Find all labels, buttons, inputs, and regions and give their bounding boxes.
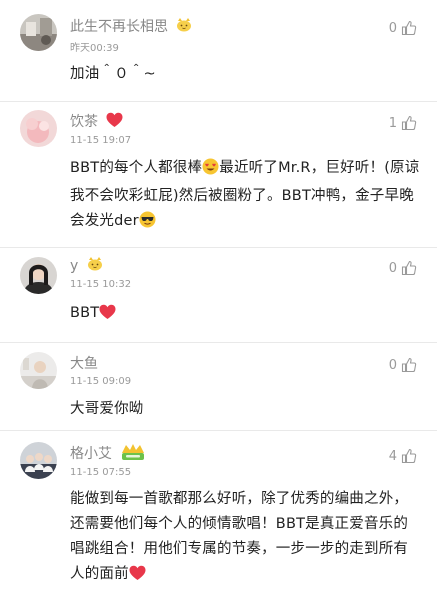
avatar[interactable]: [20, 257, 57, 294]
like-count: 0: [388, 260, 397, 276]
cat-face-badge-icon: [87, 257, 103, 275]
red-heart-icon: [99, 304, 116, 329]
like-count: 0: [388, 357, 397, 373]
like-button[interactable]: 1: [389, 115, 417, 131]
timestamp: 11-15 19:07: [70, 135, 132, 146]
red-heart-icon: [129, 565, 146, 590]
comment-item: y 11-15 10:32 0 BBT: [0, 248, 437, 343]
comment-item: 饮茶 11-15 19:07 1 BBT的每个人都很棒 最近听了Mr.R，巨好听！…: [0, 102, 437, 247]
like-button[interactable]: 0: [389, 20, 417, 36]
avatar[interactable]: [20, 442, 57, 479]
comment-text: 大哥爱你呦: [70, 401, 144, 417]
comment-text: BBT的每个人都很棒 最近听了Mr.R，巨好听！(原谅我不会吹彩虹屁)然后被圈粉了…: [70, 156, 422, 237]
comment-item: 此生不再长相思 昨天00:39 0 加油＾０＾~: [0, 0, 437, 100]
username[interactable]: y: [70, 257, 103, 275]
timestamp: 11-15 09:09: [70, 376, 132, 387]
thumbs-up-icon: [401, 20, 417, 36]
comment-text: 能做到每一首歌都那么好听，除了优秀的编曲之外，还需要他们每个人的倾情歌唱！BBT…: [70, 487, 422, 590]
avatar[interactable]: [20, 14, 57, 51]
comment-text: BBT: [70, 301, 422, 329]
username[interactable]: 格小艾: [70, 443, 146, 465]
timestamp: 11-15 07:55: [70, 467, 132, 478]
cat-face-badge-icon: [176, 18, 192, 36]
comment-text: 加油＾０＾~: [70, 66, 156, 82]
like-count: 0: [388, 20, 397, 36]
thumbs-up-icon: [401, 448, 417, 464]
username[interactable]: 此生不再长相思: [70, 16, 192, 36]
timestamp: 昨天00:39: [70, 43, 119, 54]
username[interactable]: 饮茶: [70, 111, 123, 132]
thumbs-up-icon: [401, 357, 417, 373]
thumbs-up-icon: [401, 115, 417, 131]
comment-item: 格小艾 11-15 07:55 4 能做到每一首歌都那么好听，除了优秀的编曲之外…: [0, 431, 437, 600]
red-heart-icon: [106, 112, 123, 132]
timestamp: 11-15 10:32: [70, 279, 132, 290]
heart-eyes-emoji-icon: [202, 158, 219, 184]
like-button[interactable]: 4: [389, 448, 417, 464]
avatar[interactable]: [20, 110, 57, 147]
like-count: 1: [388, 115, 397, 131]
thumbs-up-icon: [401, 260, 417, 276]
comment-item: 大鱼 11-15 09:09 0 大哥爱你呦: [0, 343, 437, 431]
like-button[interactable]: 0: [389, 260, 417, 276]
green-level-badge-icon: [120, 443, 146, 465]
avatar[interactable]: [20, 352, 57, 389]
username[interactable]: 大鱼: [70, 353, 98, 373]
sunglasses-emoji-icon: [139, 211, 156, 237]
like-count: 4: [388, 448, 397, 464]
like-button[interactable]: 0: [389, 357, 417, 373]
